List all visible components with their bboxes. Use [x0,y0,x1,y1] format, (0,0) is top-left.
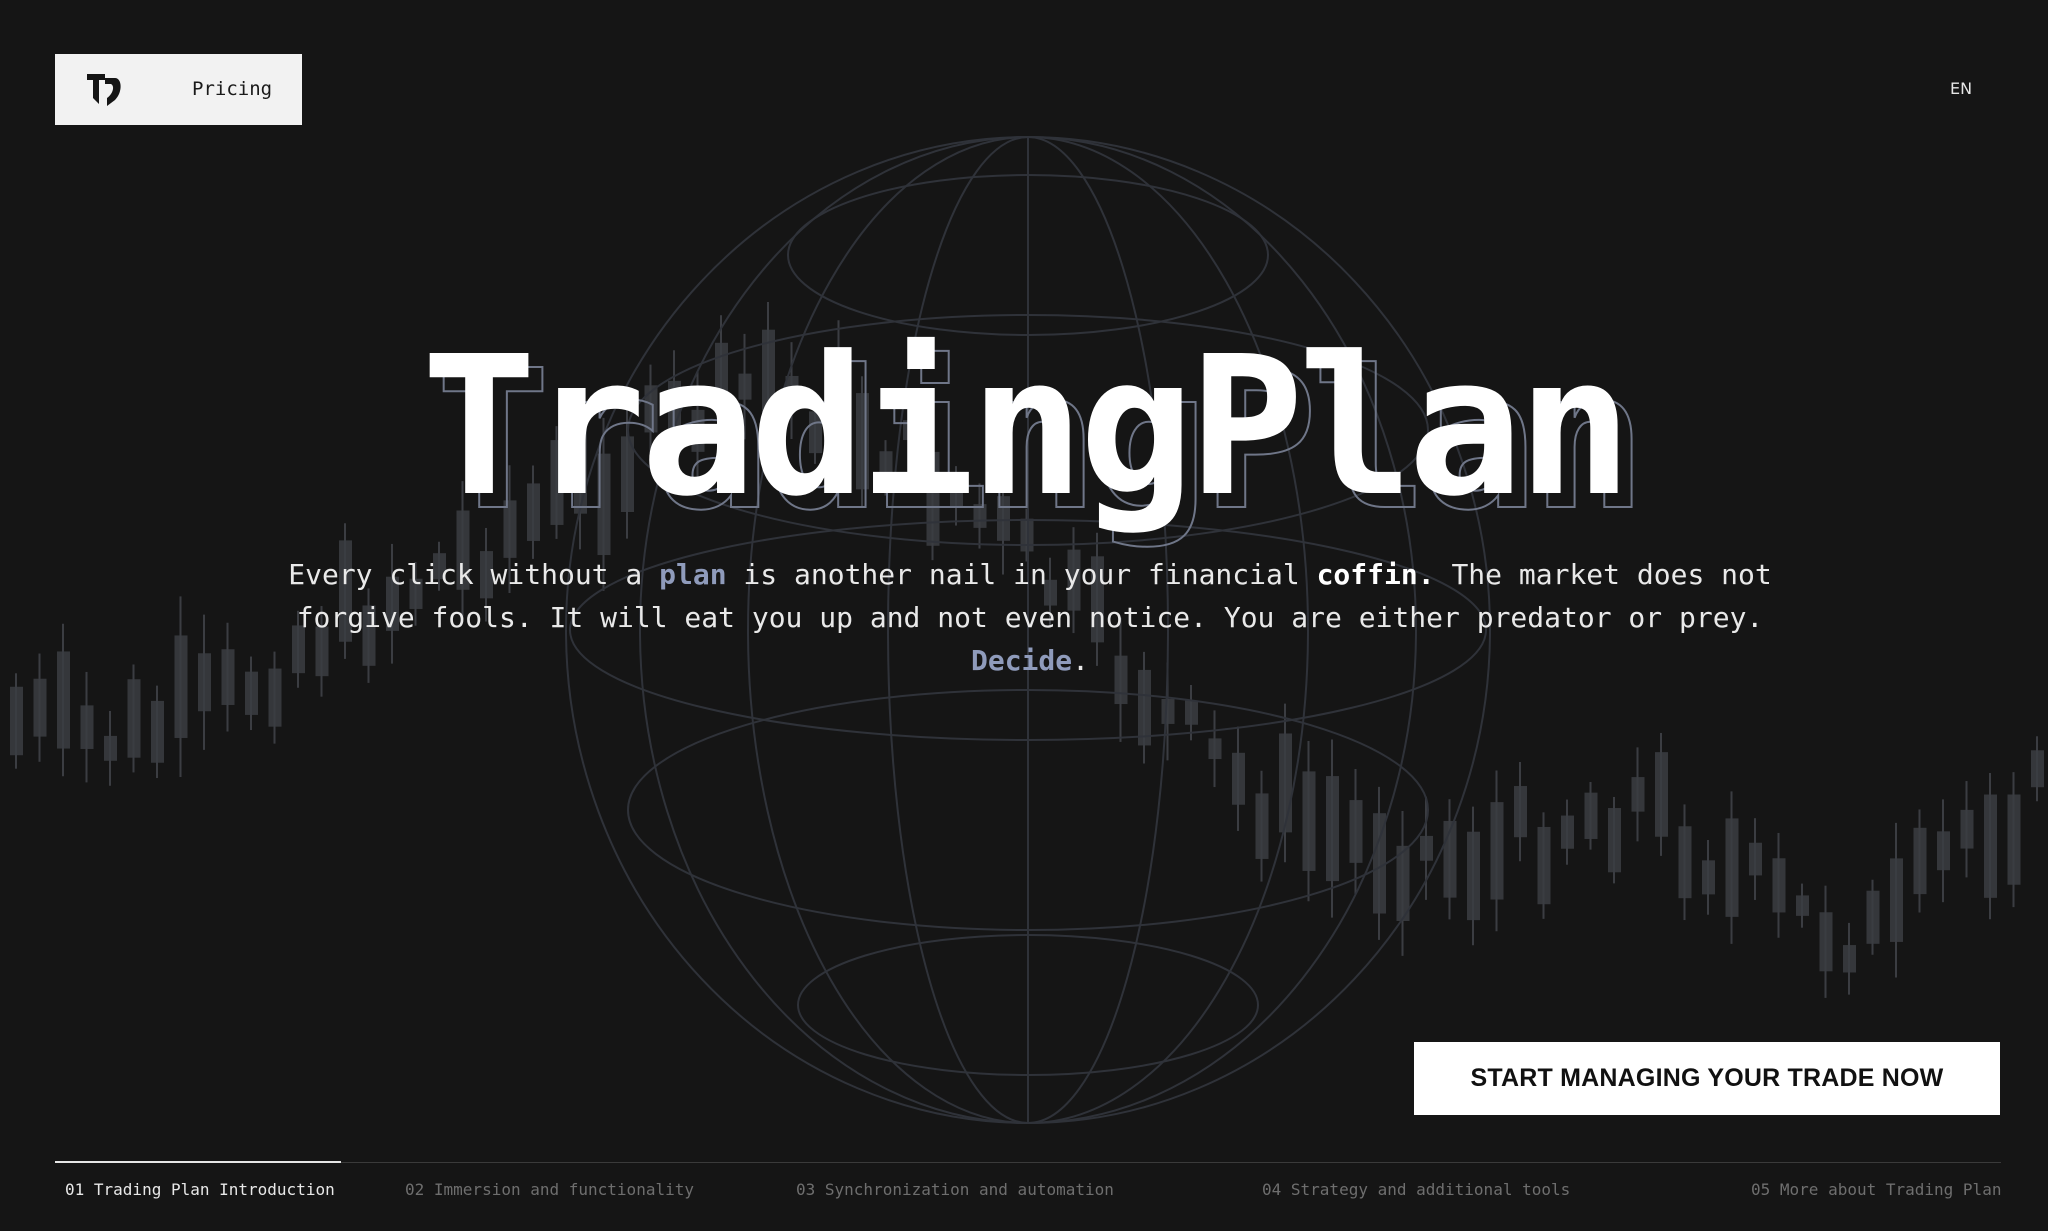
candle-body [1655,752,1668,837]
candle-body [1420,835,1433,861]
candle-body [1913,827,1927,895]
candle-body [1608,808,1621,873]
candle-body [1490,802,1504,900]
candle-body [1702,860,1715,895]
candle-body [1349,800,1363,863]
candle-body [174,635,188,738]
tagline-part: Every click without a [288,558,660,591]
candle-body [1866,890,1880,944]
candle-body [1937,831,1950,871]
candle-body [1984,794,1997,898]
tagline-highlight-decide: Decide [970,644,1073,677]
candle-body [33,678,47,737]
tagline-part: . [1072,644,1089,677]
candle-body [1796,895,1809,916]
candle-body [1514,786,1527,838]
candle-body [1302,771,1316,871]
candle-body [1537,826,1551,905]
candle-body [1890,858,1903,942]
candle-body [2007,794,2021,885]
progress-track [55,1162,2001,1163]
candle-body [57,651,70,749]
candle-body [198,653,211,712]
candle-body [80,705,94,749]
tagline-part: is another nail in your financial [726,558,1317,591]
top-nav-card: Pricing [55,54,302,125]
hero-tagline: Every click without a plan is another na… [230,553,1830,682]
candle-body [1772,858,1786,913]
hero-title: TradingPlan TradingPlan [0,316,2048,543]
candle-body [1561,815,1574,849]
candle-body [1255,793,1269,859]
start-managing-button[interactable]: START MANAGING YOUR TRADE NOW [1414,1042,2000,1115]
tagline-bold-coffin: coffin. [1316,558,1435,591]
candle-body [151,700,164,763]
candle-body [10,686,23,756]
candle-body [127,679,141,758]
candle-body [1725,818,1739,917]
step-3-synchronization[interactable]: 03 Synchronization and automation [796,1180,1114,1199]
candle-body [1467,831,1480,921]
candle-body [1749,842,1762,876]
progress-fill [55,1161,342,1163]
hero-title-text: TradingPlan [421,316,1633,539]
candle-body [104,735,117,761]
candle-body [1208,738,1222,760]
candle-body [1678,826,1692,899]
candle-body [1326,776,1339,882]
candle-body [1232,752,1245,805]
step-2-immersion[interactable]: 02 Immersion and functionality [405,1180,694,1199]
candle-body [1161,698,1175,724]
step-1-intro[interactable]: 01 Trading Plan Introduction [65,1180,335,1199]
step-5-more-about[interactable]: 05 More about Trading Plan [1751,1180,2001,1199]
candle-body [2031,750,2044,788]
tp-monogram-icon[interactable] [85,70,125,110]
step-4-strategy[interactable]: 04 Strategy and additional tools [1262,1180,1570,1199]
candle-body [1185,700,1198,725]
tagline-highlight-plan: plan [659,558,727,591]
candle-body [1279,733,1292,833]
candle-body [1843,945,1856,973]
candle-body [1631,777,1645,812]
candle-body [1960,809,1974,849]
language-selector[interactable]: EN [1950,79,1972,98]
candle-body [1819,912,1833,972]
pricing-link[interactable]: Pricing [192,54,272,125]
candle-body [1584,792,1598,839]
